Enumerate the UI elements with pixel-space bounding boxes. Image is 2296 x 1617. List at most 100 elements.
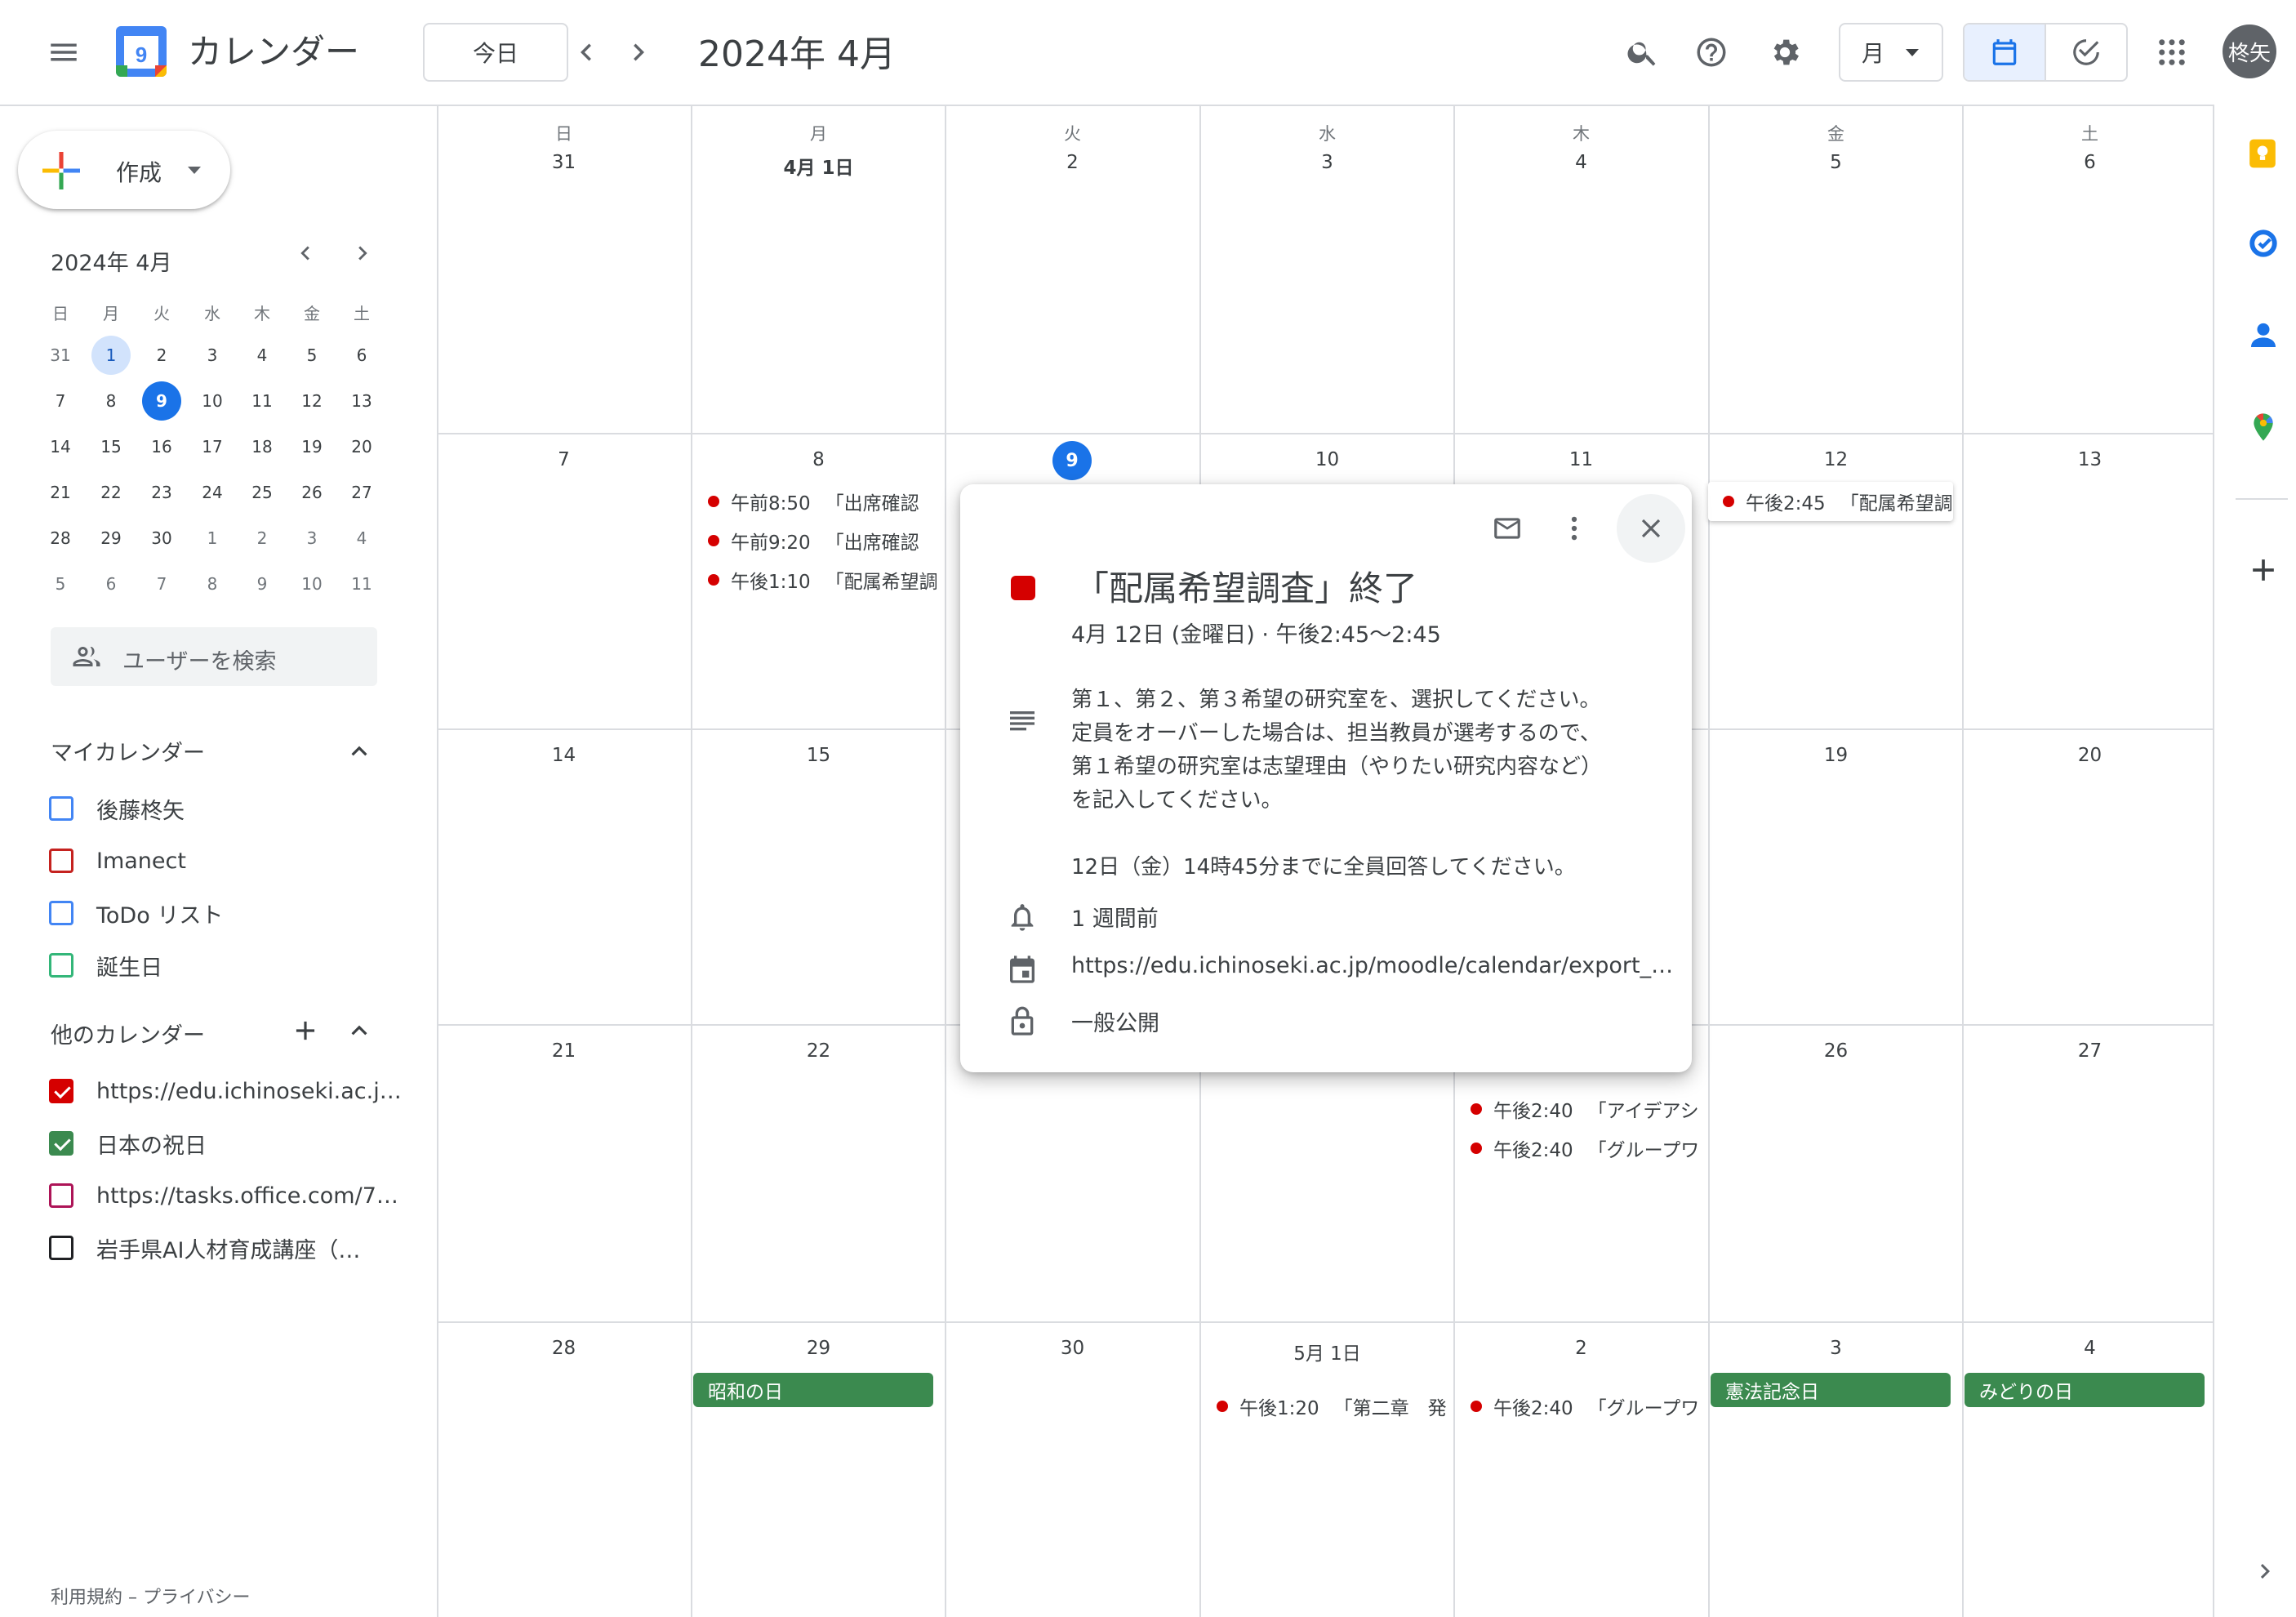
my-calendars-title[interactable]: マイカレンダー bbox=[51, 735, 205, 767]
day-number[interactable]: 14 bbox=[437, 745, 691, 766]
day-number[interactable]: 3 bbox=[1709, 1338, 1963, 1359]
mini-day[interactable]: 17 bbox=[193, 427, 232, 466]
calendar-checkbox[interactable] bbox=[49, 796, 73, 821]
event-chip-selected[interactable]: 午後2:45 「配属希望調 bbox=[1708, 482, 1953, 521]
day-number[interactable]: 5 bbox=[1709, 152, 1963, 173]
mini-day[interactable]: 8 bbox=[91, 381, 131, 421]
keep-icon[interactable] bbox=[2247, 137, 2278, 170]
mini-day[interactable]: 11 bbox=[342, 564, 381, 604]
event-chip[interactable]: 午後1:10 「配属希望調 bbox=[708, 564, 937, 596]
day-number[interactable]: 7 bbox=[437, 449, 691, 470]
mini-prev-month-icon[interactable] bbox=[281, 229, 330, 278]
day-number[interactable]: 28 bbox=[437, 1338, 691, 1359]
mini-day[interactable]: 9 bbox=[142, 381, 181, 421]
day-number[interactable]: 10 bbox=[1200, 449, 1454, 470]
calendar-item[interactable]: 誕生日 bbox=[49, 949, 162, 982]
day-number[interactable]: 21 bbox=[437, 1040, 691, 1062]
tasks-icon[interactable] bbox=[2247, 227, 2280, 260]
calendar-item[interactable]: https://edu.ichinoseki.ac.j… bbox=[49, 1075, 402, 1107]
calendar-item[interactable]: https://tasks.office.com/7… bbox=[49, 1179, 398, 1212]
mini-day[interactable]: 3 bbox=[193, 336, 232, 375]
mini-day[interactable]: 3 bbox=[292, 519, 331, 558]
today-button[interactable]: 今日 bbox=[423, 23, 568, 82]
day-number[interactable]: 4 bbox=[1963, 1338, 2217, 1359]
mini-day[interactable]: 31 bbox=[41, 336, 80, 375]
day-number[interactable]: 13 bbox=[1963, 449, 2217, 470]
gear-icon[interactable] bbox=[1752, 20, 1818, 85]
mini-day[interactable]: 18 bbox=[243, 427, 282, 466]
mini-day[interactable]: 28 bbox=[41, 519, 80, 558]
calendar-view-icon[interactable] bbox=[1965, 24, 2046, 80]
mini-next-month-icon[interactable] bbox=[338, 229, 387, 278]
calendar-item[interactable]: 日本の祝日 bbox=[49, 1127, 207, 1160]
event-chip[interactable]: 午後2:40 「アイデアシ bbox=[1471, 1093, 1707, 1125]
day-number[interactable]: 19 bbox=[1709, 745, 1963, 766]
calendar-item[interactable]: ToDo リスト bbox=[49, 897, 223, 929]
footer-links[interactable]: 利用規約 – プライバシー bbox=[51, 1583, 251, 1609]
day-number[interactable]: 29 bbox=[692, 1338, 946, 1359]
mini-day[interactable]: 4 bbox=[342, 519, 381, 558]
mini-day[interactable]: 16 bbox=[142, 427, 181, 466]
day-number[interactable]: 3 bbox=[1200, 152, 1454, 173]
search-icon[interactable] bbox=[1610, 20, 1675, 85]
close-icon[interactable] bbox=[1617, 494, 1685, 563]
holiday-chip[interactable]: みどりの日 bbox=[1965, 1373, 2205, 1407]
mini-day[interactable]: 9 bbox=[243, 564, 282, 604]
email-icon[interactable] bbox=[1473, 494, 1542, 563]
mini-day[interactable]: 13 bbox=[342, 381, 381, 421]
event-chip[interactable]: 午後1:20 「第二章 発 bbox=[1217, 1390, 1450, 1423]
mini-day[interactable]: 24 bbox=[193, 473, 232, 512]
calendar-checkbox[interactable] bbox=[49, 953, 73, 978]
day-number[interactable]: 4 bbox=[1454, 152, 1708, 173]
mini-day[interactable]: 8 bbox=[193, 564, 232, 604]
expand-panel-icon[interactable] bbox=[2250, 1557, 2280, 1586]
day-number[interactable]: 12 bbox=[1709, 449, 1963, 470]
day-number[interactable]: 2 bbox=[946, 152, 1199, 173]
calendar-item[interactable]: 岩手県AI人材育成講座（… bbox=[49, 1232, 360, 1264]
day-number[interactable]: 2 bbox=[1454, 1338, 1708, 1359]
calendar-checkbox[interactable] bbox=[49, 1131, 73, 1156]
day-number[interactable]: 22 bbox=[692, 1040, 946, 1062]
mini-day[interactable]: 30 bbox=[142, 519, 181, 558]
calendar-item[interactable]: Imanect bbox=[49, 844, 186, 877]
day-number[interactable]: 26 bbox=[1709, 1040, 1963, 1062]
mini-day[interactable]: 6 bbox=[342, 336, 381, 375]
help-icon[interactable] bbox=[1679, 20, 1744, 85]
mini-day[interactable]: 5 bbox=[292, 336, 331, 375]
mini-day[interactable]: 23 bbox=[142, 473, 181, 512]
day-number[interactable]: 6 bbox=[1963, 152, 2217, 173]
mini-day[interactable]: 2 bbox=[142, 336, 181, 375]
mini-day[interactable]: 6 bbox=[91, 564, 131, 604]
mini-day[interactable]: 14 bbox=[41, 427, 80, 466]
mini-day[interactable]: 26 bbox=[292, 473, 331, 512]
mini-day[interactable]: 1 bbox=[91, 336, 131, 375]
event-chip[interactable]: 午後2:40 「グループワ bbox=[1471, 1132, 1707, 1165]
mini-day[interactable]: 19 bbox=[292, 427, 331, 466]
event-chip[interactable]: 午前9:20 「出席確認 bbox=[708, 524, 937, 557]
mini-day[interactable]: 10 bbox=[292, 564, 331, 604]
day-number[interactable]: 15 bbox=[692, 745, 946, 766]
mini-day[interactable]: 7 bbox=[41, 381, 80, 421]
more-options-icon[interactable] bbox=[1540, 494, 1609, 563]
avatar[interactable]: 柊矢 bbox=[2223, 24, 2276, 78]
mini-day[interactable]: 22 bbox=[91, 473, 131, 512]
today-day-number[interactable]: 9 bbox=[1052, 441, 1092, 480]
user-search-input[interactable]: ユーザーを検索 bbox=[51, 627, 377, 686]
event-chip[interactable]: 午後2:40 「グループワ bbox=[1471, 1390, 1707, 1423]
mini-day[interactable]: 10 bbox=[193, 381, 232, 421]
tasks-view-icon[interactable] bbox=[2046, 24, 2126, 80]
view-select[interactable]: 月 bbox=[1839, 23, 1943, 82]
main-menu-icon[interactable] bbox=[31, 20, 96, 85]
mini-day[interactable]: 7 bbox=[142, 564, 181, 604]
mini-day[interactable]: 11 bbox=[243, 381, 282, 421]
chevron-up-icon[interactable] bbox=[327, 719, 392, 784]
maps-icon[interactable] bbox=[2247, 410, 2280, 444]
day-number[interactable]: 11 bbox=[1454, 449, 1708, 470]
holiday-chip[interactable]: 憲法記念日 bbox=[1711, 1373, 1951, 1407]
contacts-icon[interactable] bbox=[2247, 318, 2280, 351]
mini-day[interactable]: 27 bbox=[342, 473, 381, 512]
day-number[interactable]: 31 bbox=[437, 152, 691, 173]
apps-grid-icon[interactable] bbox=[2139, 20, 2205, 85]
calendar-checkbox[interactable] bbox=[49, 849, 73, 873]
mini-day[interactable]: 21 bbox=[41, 473, 80, 512]
